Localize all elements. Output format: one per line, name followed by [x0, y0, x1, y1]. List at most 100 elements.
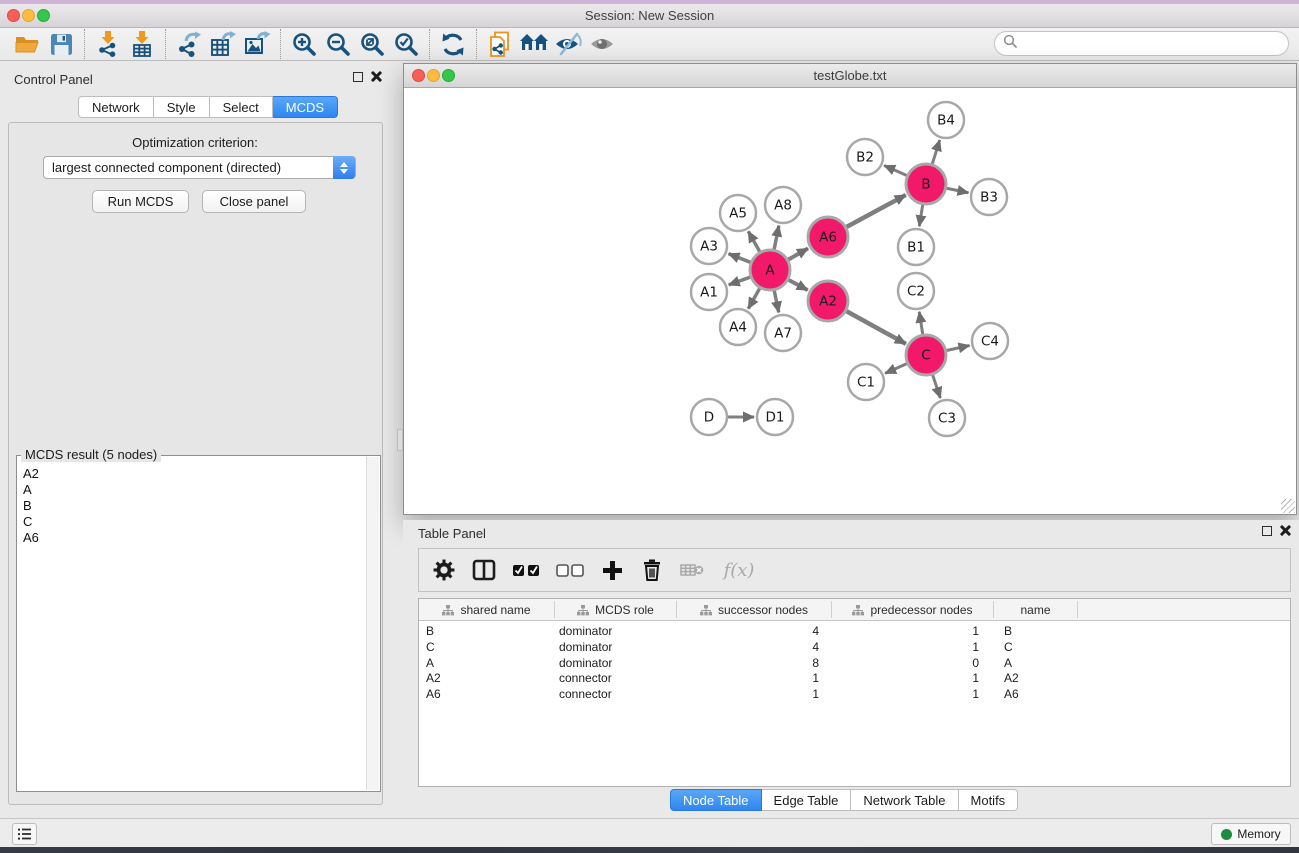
float-table-panel-icon[interactable] — [1262, 526, 1272, 536]
graph-edge-A6-B[interactable] — [846, 195, 905, 227]
graph-edge-B-B1[interactable] — [919, 205, 922, 227]
result-item[interactable]: B — [23, 498, 366, 514]
cell-name[interactable]: A6 — [1004, 687, 1074, 701]
cell-predecessors[interactable]: 1 — [879, 671, 979, 685]
cell-successors[interactable]: 1 — [719, 671, 819, 685]
tab-select[interactable]: Select — [210, 96, 273, 118]
search-input[interactable] — [1022, 37, 1288, 51]
tab-style[interactable]: Style — [154, 96, 210, 118]
result-item[interactable]: A6 — [23, 530, 366, 546]
graph-edge-A-A2[interactable] — [789, 280, 808, 290]
dropdown-stepper-icon[interactable] — [333, 156, 355, 179]
delete-columns-trash-icon[interactable] — [639, 557, 665, 583]
criterion-dropdown[interactable]: largest connected component (directed) — [43, 156, 356, 179]
close-panel-button[interactable]: Close panel — [202, 190, 306, 213]
close-panel-icon[interactable] — [371, 71, 382, 82]
cell-shared_name[interactable]: A6 — [426, 687, 546, 701]
graph-edge-B-B2[interactable] — [884, 165, 907, 175]
import-table-icon[interactable] — [125, 29, 159, 59]
cell-name[interactable]: A2 — [1004, 671, 1074, 685]
settings-gear-icon[interactable] — [431, 557, 457, 583]
graph-edge-A-A5[interactable] — [748, 231, 759, 251]
cell-predecessors[interactable]: 1 — [879, 687, 979, 701]
export-network-icon[interactable] — [172, 29, 206, 59]
graph-edge-B-B4[interactable] — [932, 140, 939, 164]
close-table-panel-icon[interactable] — [1280, 525, 1291, 536]
cell-mcds_role[interactable]: dominator — [559, 624, 669, 638]
node-table[interactable]: shared name MCDS role successor nodes pr… — [418, 598, 1291, 787]
cell-successors[interactable]: 4 — [719, 624, 819, 638]
graph-edge-A-A7[interactable] — [774, 291, 779, 313]
column-header-successor-nodes[interactable]: successor nodes — [677, 599, 831, 621]
cell-successors[interactable]: 8 — [719, 656, 819, 670]
memory-button[interactable]: Memory — [1211, 823, 1291, 845]
graph-edge-C-C3[interactable] — [933, 375, 941, 398]
table-row[interactable]: A6connector11A6 — [419, 686, 1290, 702]
cell-predecessors[interactable]: 0 — [879, 656, 979, 670]
import-network-icon[interactable] — [91, 29, 125, 59]
refresh-icon[interactable] — [436, 29, 470, 59]
zoom-out-icon[interactable] — [321, 29, 355, 59]
network-canvas[interactable]: B4B2BB3A5A8A6A3B1AA1C2A2A4A7C4CC1C3DD1 — [404, 88, 1296, 514]
home-icon[interactable] — [517, 29, 551, 59]
graph-edge-A-A1[interactable] — [729, 277, 750, 285]
mcds-result-list[interactable]: A2ABCA6 — [18, 464, 366, 790]
tab-node-table[interactable]: Node Table — [670, 789, 762, 811]
cell-shared_name[interactable]: C — [426, 640, 546, 654]
graph-edge-C-C4[interactable] — [947, 345, 970, 350]
column-header-shared-name[interactable]: shared name — [419, 599, 554, 621]
cell-successors[interactable]: 4 — [719, 640, 819, 654]
cell-shared_name[interactable]: B — [426, 624, 546, 638]
cell-mcds_role[interactable]: dominator — [559, 640, 669, 654]
network-graph[interactable]: B4B2BB3A5A8A6A3B1AA1C2A2A4A7C4CC1C3DD1 — [404, 88, 1296, 514]
graph-edge-A-A8[interactable] — [774, 226, 779, 250]
cell-mcds_role[interactable]: connector — [559, 687, 669, 701]
graph-edge-A-A6[interactable] — [788, 248, 808, 259]
result-scrollbar[interactable] — [366, 457, 379, 790]
result-item[interactable]: A2 — [23, 466, 366, 482]
tab-network[interactable]: Network — [78, 96, 154, 118]
select-all-checkboxes-icon[interactable] — [511, 557, 541, 583]
splitter-grip[interactable] — [397, 429, 403, 451]
column-header-name[interactable]: name — [994, 599, 1077, 621]
zoom-selected-icon[interactable] — [389, 29, 423, 59]
float-panel-icon[interactable] — [353, 72, 363, 82]
deselect-all-checkboxes-icon[interactable] — [555, 557, 585, 583]
add-column-icon[interactable] — [599, 557, 625, 583]
cell-mcds_role[interactable]: dominator — [559, 656, 669, 670]
save-icon[interactable] — [44, 29, 78, 59]
task-history-button[interactable] — [12, 823, 37, 845]
column-header-predecessor-nodes[interactable]: predecessor nodes — [832, 599, 993, 621]
export-image-icon[interactable] — [240, 29, 274, 59]
graph-edge-A-A3[interactable] — [729, 254, 751, 263]
graph-edge-B-B3[interactable] — [947, 188, 969, 193]
graph-edge-A2-C[interactable] — [846, 311, 905, 344]
tab-mcds[interactable]: MCDS — [273, 96, 338, 118]
cell-mcds_role[interactable]: connector — [559, 671, 669, 685]
hide-details-eye-icon[interactable] — [551, 29, 585, 59]
table-row[interactable]: Bdominator 4 1 B — [419, 623, 1290, 639]
zoom-fit-icon[interactable] — [355, 29, 389, 59]
table-row[interactable]: A2 connector 1 1 A2 — [419, 670, 1290, 686]
cell-shared_name[interactable]: A — [426, 656, 546, 670]
table-row[interactable]: Adominator 8 0 A — [419, 655, 1290, 671]
cell-shared_name[interactable]: A2 — [426, 671, 546, 685]
eye-icon[interactable] — [585, 29, 619, 59]
open-folder-icon[interactable] — [10, 29, 44, 59]
cell-predecessors[interactable]: 1 — [879, 624, 979, 638]
network-document-icon[interactable] — [483, 29, 517, 59]
graph-edge-A-A4[interactable] — [748, 288, 759, 308]
tab-edge-table[interactable]: Edge Table — [762, 789, 852, 811]
cell-name[interactable]: B — [1004, 624, 1074, 638]
tab-motifs[interactable]: Motifs — [959, 789, 1019, 811]
graph-edge-C-C1[interactable] — [885, 364, 907, 374]
show-column-icon[interactable] — [471, 557, 497, 583]
window-resize-grip[interactable] — [1281, 499, 1295, 513]
search-field[interactable] — [994, 31, 1289, 56]
result-item[interactable]: A — [23, 482, 366, 498]
column-header-mcds-role[interactable]: MCDS role — [555, 599, 676, 621]
cell-name[interactable]: A — [1004, 656, 1074, 670]
run-mcds-button[interactable]: Run MCDS — [92, 190, 189, 213]
network-window-titlebar[interactable]: testGlobe.txt — [404, 64, 1296, 88]
cell-predecessors[interactable]: 1 — [879, 640, 979, 654]
